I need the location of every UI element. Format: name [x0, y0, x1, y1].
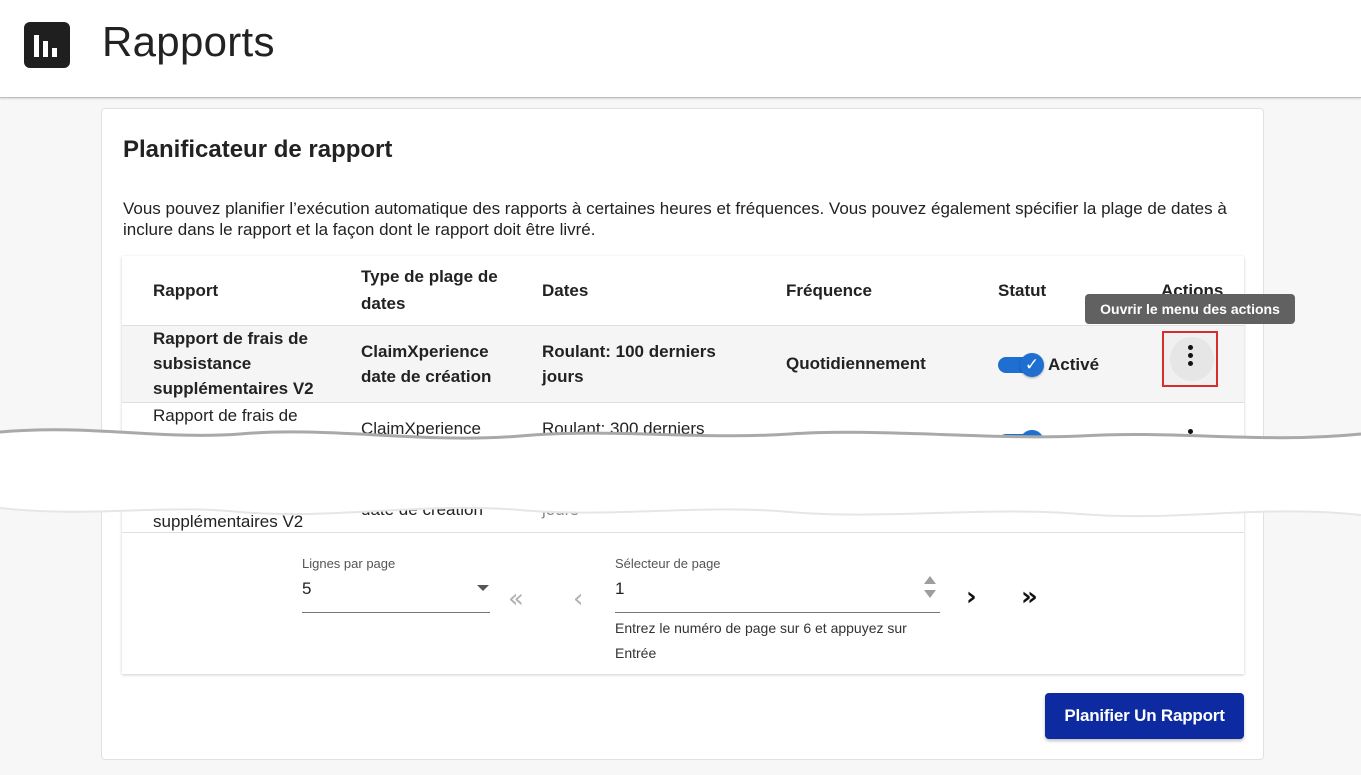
- actions-menu-button[interactable]: [1162, 331, 1218, 387]
- pagination-bar: Lignes par page 5 « ‹ Sélecteur de page …: [122, 532, 1244, 674]
- report-name-cell: Rapport de frais de subsistance suppléme…: [153, 329, 314, 398]
- schedule-report-button[interactable]: Planifier Un Rapport: [1045, 693, 1244, 739]
- app-header: Rapports: [0, 0, 1361, 98]
- page-selector-helper-text: Entrez le numéro de page sur 6 et appuye…: [615, 620, 907, 661]
- status-toggle[interactable]: ✓: [998, 430, 1044, 454]
- table-row: Rapport de frais de subsistance suppléme…: [122, 402, 1244, 532]
- page-selector-label: Sélecteur de page: [615, 556, 721, 571]
- dates-cell-end: jours: [542, 500, 579, 519]
- page-title: Rapports: [102, 18, 275, 65]
- status-label: Activé: [1048, 489, 1095, 508]
- frequency-cell: Quotidiennement: [786, 354, 926, 373]
- bar-chart-icon: [24, 22, 70, 68]
- spin-up-icon[interactable]: [924, 576, 936, 584]
- column-header-dates: Dates: [542, 281, 589, 300]
- check-icon: ✓: [1020, 430, 1044, 454]
- report-scheduler-card: Planificateur de rapport Vous pouvez pla…: [101, 108, 1264, 760]
- date-range-type-cell: ClaimXperience date de création: [361, 342, 492, 386]
- dates-cell: Roulant: 100 derniers jours: [542, 342, 716, 386]
- frequency-cell-end: Quoti: [786, 488, 827, 507]
- last-page-icon[interactable]: »: [1021, 584, 1038, 610]
- report-name-cell-continued: subsistance: [153, 431, 243, 450]
- column-header-status: Statut: [998, 281, 1047, 300]
- table-row: Rapport de frais de subsistance suppléme…: [122, 325, 1244, 402]
- check-icon: ✓: [1020, 353, 1044, 377]
- reports-table: Rapport Type de plage de dates Dates Fré…: [122, 256, 1244, 674]
- frequency-cell: Quotidiennement: [786, 431, 916, 450]
- rows-per-page-label: Lignes par page: [302, 556, 396, 571]
- next-page-icon[interactable]: ›: [966, 584, 977, 610]
- spin-down-icon[interactable]: [924, 590, 936, 598]
- more-vertical-icon: [1188, 345, 1194, 369]
- more-vertical-icon[interactable]: [1188, 429, 1193, 434]
- status-label: Activé: [1048, 355, 1100, 374]
- date-range-type-cell: ClaimXperience: [361, 419, 481, 438]
- dates-cell: Roulant: 300 derniers: [542, 419, 705, 438]
- card-title: Planificateur de rapport: [123, 136, 393, 163]
- caret-down-icon: [477, 585, 489, 591]
- status-toggle[interactable]: ✓: [998, 353, 1044, 377]
- column-header-date-range-type: Type de plage de dates: [361, 267, 498, 313]
- report-name-cell: Rapport de frais de: [153, 406, 298, 425]
- page-selector-input[interactable]: 1: [615, 571, 940, 615]
- date-range-type-cell-end: date de création: [361, 500, 483, 519]
- previous-page-icon[interactable]: ‹: [573, 586, 583, 612]
- column-header-report: Rapport: [153, 281, 219, 300]
- rows-per-page-value: 5: [302, 579, 312, 598]
- report-name-cell-end: supplémentaires V2: [153, 512, 304, 531]
- rows-per-page-select[interactable]: 5: [302, 571, 490, 615]
- column-header-frequency: Fréquence: [786, 281, 872, 300]
- first-page-icon[interactable]: «: [508, 586, 524, 612]
- card-description: Vous pouvez planifier l’exécution automa…: [123, 199, 1227, 239]
- actions-menu-tooltip: Ouvrir le menu des actions: [1085, 294, 1295, 324]
- page-number-value: 1: [615, 579, 625, 598]
